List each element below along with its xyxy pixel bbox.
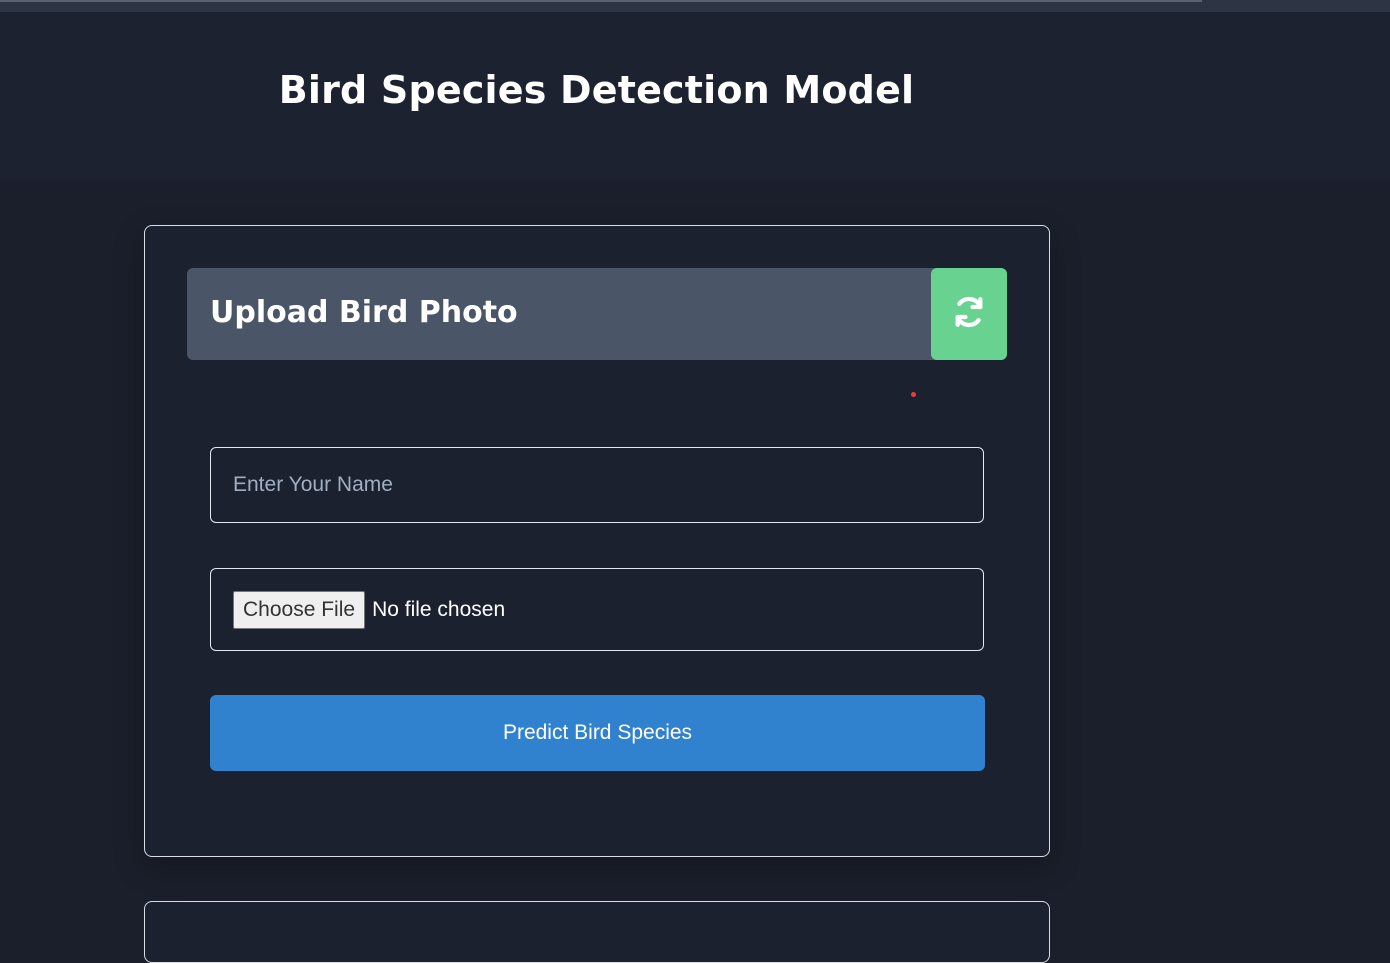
file-status-text: No file chosen	[372, 597, 506, 621]
results-card	[144, 901, 1050, 963]
refresh-icon	[952, 295, 986, 333]
upload-card-title: Upload Bird Photo	[210, 295, 518, 330]
status-dot	[911, 392, 916, 397]
predict-button[interactable]: Predict Bird Species	[210, 695, 985, 771]
page-header: Bird Species Detection Model	[0, 12, 1390, 180]
choose-file-button[interactable]: Choose File	[233, 590, 366, 629]
page-title: Bird Species Detection Model	[278, 68, 915, 112]
name-input[interactable]	[210, 447, 984, 523]
upload-card-header: Upload Bird Photo	[187, 268, 1007, 360]
scroll-indicator	[0, 0, 1202, 2]
refresh-button[interactable]	[931, 268, 1007, 360]
browser-top-strip	[0, 0, 1390, 12]
upload-card: Upload Bird Photo Choose File No file ch…	[144, 225, 1050, 857]
file-input[interactable]: Choose File No file chosen	[210, 568, 984, 651]
